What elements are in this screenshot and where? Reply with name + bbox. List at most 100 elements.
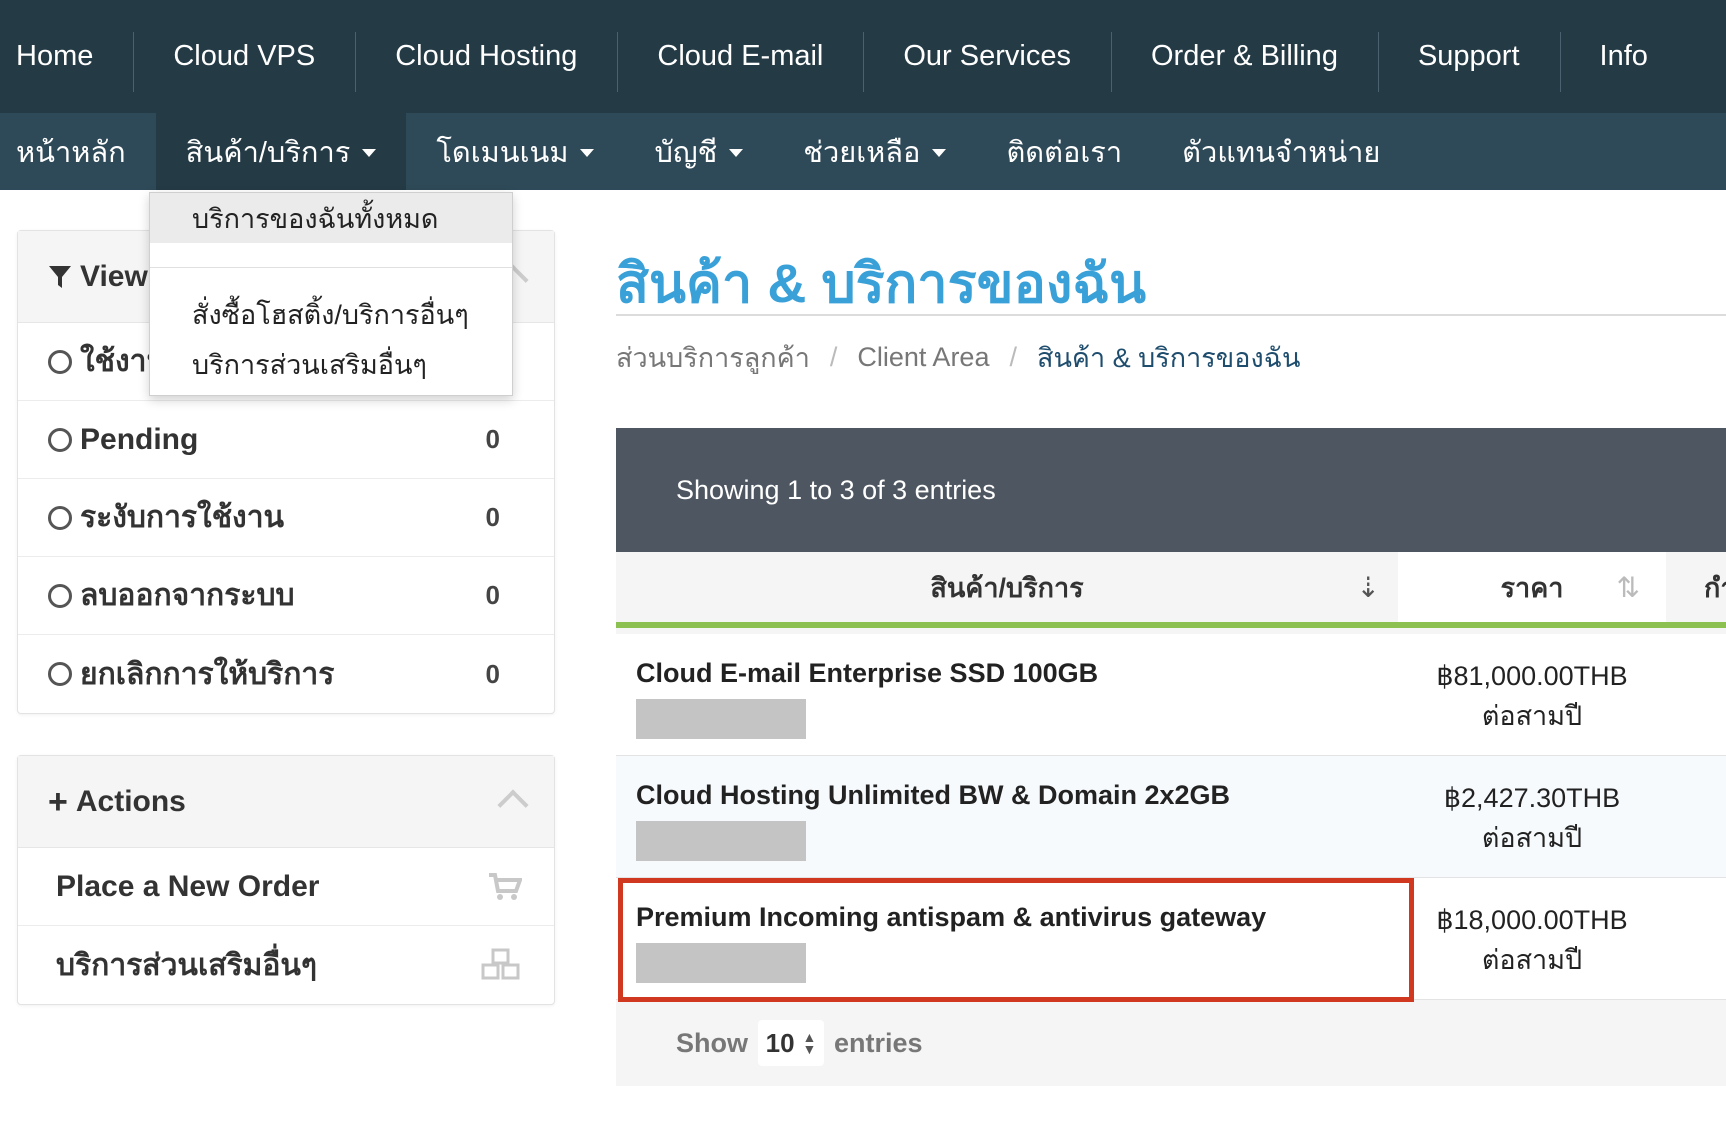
sort-both-icon: ⇅	[1616, 571, 1640, 603]
topnav-info[interactable]: Info	[1559, 0, 1688, 113]
price-cell: ฿2,427.30THB ต่อสามปี	[1398, 756, 1666, 877]
title-divider	[616, 314, 1726, 316]
page-size-select[interactable]: 10 ▲ ▼	[758, 1020, 824, 1066]
topnav-support[interactable]: Support	[1377, 0, 1560, 113]
subnav-contact-label: ติดต่อเรา	[1006, 136, 1123, 169]
action-place-new-order[interactable]: Place a New Order	[18, 848, 554, 926]
product-name: Cloud Hosting Unlimited BW & Domain 2x2G…	[636, 780, 1231, 810]
column-header-label: สินค้า/บริการ	[930, 572, 1084, 603]
table-footer: Show 10 ▲ ▼ entries	[616, 1000, 1726, 1086]
product-cell: Premium Incoming antispam & antivirus ga…	[616, 878, 1398, 999]
dropdown-item-order-hosting[interactable]: สั่งซื้อโฮสติ้ง/บริการอื่นๆ	[150, 289, 512, 339]
subnav-home-label: หน้าหลัก	[16, 136, 126, 169]
services-table: Showing 1 to 3 of 3 entries สินค้า/บริกา…	[616, 428, 1726, 1093]
breadcrumb-separator: /	[829, 342, 838, 372]
redacted-domain	[636, 821, 806, 861]
caret-down-icon	[932, 149, 947, 157]
view-filter-cancelled[interactable]: ยกเลิกการให้บริการ 0	[18, 635, 554, 713]
actions-panel-title: Actions	[75, 784, 186, 818]
subnav-reseller-label: ตัวแทนจำหน่าย	[1182, 136, 1381, 169]
breadcrumb-separator: /	[1009, 342, 1017, 372]
subnav-help-label: ช่วยเหลือ	[803, 136, 921, 169]
price-amount: ฿2,427.30THB	[1443, 783, 1621, 813]
action-addons[interactable]: บริการส่วนเสริมอื่นๆ	[18, 926, 554, 1004]
view-filter-count: 0	[485, 658, 500, 689]
view-filter-label: Pending	[80, 422, 199, 456]
view-filter-count: 0	[485, 580, 500, 610]
breadcrumb-client-services[interactable]: ส่วนบริการลูกค้า	[616, 336, 810, 379]
actions-panel-header[interactable]: + Actions	[18, 756, 554, 848]
plus-icon: +	[48, 782, 68, 821]
subnav-contact[interactable]: ติดต่อเรา	[976, 113, 1152, 190]
product-name: Premium Incoming antispam & antivirus ga…	[636, 902, 1267, 932]
column-header-label: กำ	[1704, 572, 1726, 603]
subnav-reseller[interactable]: ตัวแทนจำหน่าย	[1152, 113, 1410, 190]
billing-cycle: ต่อสามปี	[1481, 823, 1583, 853]
top-navigation: Home Cloud VPS Cloud Hosting Cloud E-mai…	[0, 0, 1726, 113]
product-cell: Cloud E-mail Enterprise SSD 100GB	[616, 634, 1398, 755]
topnav-order-billing[interactable]: Order & Billing	[1110, 0, 1378, 113]
table-info-bar: Showing 1 to 3 of 3 entries	[616, 428, 1726, 552]
subnav-home[interactable]: หน้าหลัก	[0, 113, 156, 190]
dropdown-item-my-services[interactable]: บริการของฉันทั้งหมด	[150, 193, 512, 243]
subnav-domains-label: โดเมนเนม	[436, 136, 569, 169]
view-panel-title: View	[80, 259, 148, 293]
product-cell: Cloud Hosting Unlimited BW & Domain 2x2G…	[616, 756, 1398, 877]
filter-icon	[49, 265, 71, 288]
topnav-our-services[interactable]: Our Services	[863, 0, 1111, 113]
table-row[interactable]: Cloud E-mail Enterprise SSD 100GB ฿81,00…	[616, 634, 1726, 756]
page-size-value: 10	[765, 1027, 795, 1058]
chevron-up-icon[interactable]	[497, 789, 529, 821]
breadcrumb-client-area[interactable]: Client Area	[857, 342, 989, 373]
caret-down-icon	[729, 149, 744, 157]
view-filter-pending[interactable]: Pending 0	[18, 401, 554, 479]
table-row[interactable]: Premium Incoming antispam & antivirus ga…	[616, 878, 1726, 1002]
price-cell: ฿18,000.00THB ต่อสามปี	[1398, 878, 1666, 999]
subnav-account-label: บัญชี	[654, 136, 718, 169]
secondary-navigation: หน้าหลัก สินค้า/บริการ โดเมนเนม บัญชี ช่…	[0, 113, 1726, 190]
view-filter-label: ลบออกจากระบบ	[80, 579, 295, 612]
column-header-price[interactable]: ราคา ⇅	[1398, 552, 1666, 628]
billing-cycle: ต่อสามปี	[1481, 945, 1583, 975]
column-header-product[interactable]: สินค้า/บริการ ⇣	[616, 552, 1398, 628]
dropdown-divider	[150, 267, 512, 268]
column-header-cycle[interactable]: กำ	[1666, 552, 1726, 628]
subnav-help[interactable]: ช่วยเหลือ	[773, 113, 976, 190]
radio-icon	[48, 427, 72, 452]
products-dropdown-menu: บริการของฉันทั้งหมด สั่งซื้อโฮสติ้ง/บริก…	[149, 192, 513, 396]
topnav-home[interactable]: Home	[0, 0, 133, 113]
table-head: สินค้า/บริการ ⇣ ราคา ⇅ กำ	[616, 552, 1726, 634]
view-filter-label: ระงับการใช้งาน	[80, 501, 285, 534]
price-amount: ฿18,000.00THB	[1436, 905, 1628, 935]
topnav-cloud-email[interactable]: Cloud E-mail	[617, 0, 863, 113]
subnav-products-label: สินค้า/บริการ	[185, 136, 351, 169]
table-row[interactable]: Cloud Hosting Unlimited BW & Domain 2x2G…	[616, 756, 1726, 878]
topnav-cloud-hosting[interactable]: Cloud Hosting	[355, 0, 617, 113]
subnav-products-services[interactable]: สินค้า/บริการ	[155, 113, 407, 190]
view-filter-label: ยกเลิกการให้บริการ	[80, 657, 335, 691]
action-label: Place a New Order	[56, 869, 320, 903]
sort-desc-icon: ⇣	[1356, 571, 1380, 603]
price-amount: ฿81,000.00THB	[1436, 661, 1628, 691]
select-arrows-icon: ▲ ▼	[802, 1029, 817, 1057]
view-filter-count: 0	[485, 424, 500, 454]
redacted-domain	[636, 699, 806, 739]
radio-icon	[48, 583, 72, 608]
breadcrumb-current: สินค้า & บริการของฉัน	[1036, 343, 1301, 373]
view-filter-suspended[interactable]: ระงับการใช้งาน 0	[18, 479, 554, 557]
dropdown-item-addons[interactable]: บริการส่วนเสริมอื่นๆ	[150, 339, 512, 389]
actions-panel: + Actions Place a New Order บริการส่วนเส…	[17, 755, 555, 1005]
view-filter-count: 0	[485, 502, 500, 532]
caret-down-icon	[362, 149, 377, 157]
topnav-cloud-vps[interactable]: Cloud VPS	[133, 0, 355, 113]
subnav-account[interactable]: บัญชี	[624, 113, 773, 190]
show-label: Show	[676, 1027, 748, 1058]
view-filter-terminated[interactable]: ลบออกจากระบบ 0	[18, 557, 554, 635]
action-label: บริการส่วนเสริมอื่นๆ	[56, 948, 318, 982]
radio-icon	[48, 662, 72, 686]
product-name: Cloud E-mail Enterprise SSD 100GB	[636, 658, 1099, 688]
subnav-domains[interactable]: โดเมนเนม	[406, 113, 624, 190]
caret-down-icon	[580, 149, 595, 157]
price-cell: ฿81,000.00THB ต่อสามปี	[1398, 634, 1666, 755]
breadcrumb: ส่วนบริการลูกค้า / Client Area / สินค้า …	[616, 336, 1301, 379]
